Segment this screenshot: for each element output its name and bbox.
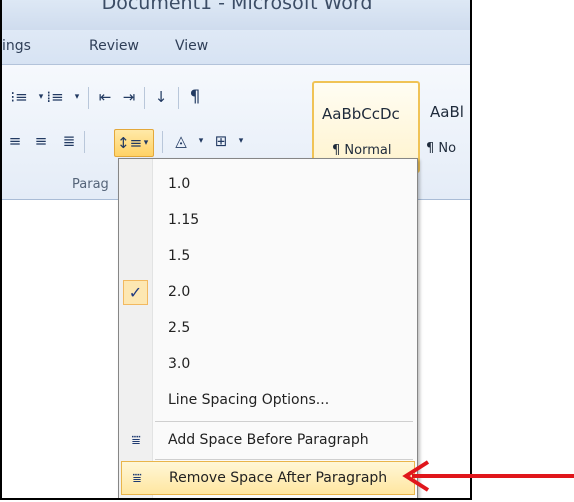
ribbon-divider	[144, 87, 145, 109]
menu-item-1-5[interactable]: 1.5	[119, 239, 417, 275]
align-center-icon[interactable]: ≡	[4, 131, 26, 151]
ribbon-divider	[162, 131, 163, 153]
menu-item-2-0[interactable]: ✓ 2.0	[119, 275, 417, 311]
menu-item-label: 1.15	[168, 212, 200, 228]
style-name: ¶ Normal	[332, 143, 392, 158]
menu-item-line-spacing-options[interactable]: Line Spacing Options...	[119, 383, 417, 419]
multilevel-dropdown-icon[interactable]: ▾	[66, 87, 88, 107]
multilevel-list-icon[interactable]: ⁞≡	[44, 87, 66, 107]
menu-item-label: Add Space Before Paragraph	[168, 432, 369, 448]
menu-item-2-5[interactable]: 2.5	[119, 311, 417, 347]
menu-item-label: 2.5	[168, 320, 191, 336]
style-sample: AaBl	[430, 103, 464, 121]
remove-space-after-icon: ⩸	[132, 469, 142, 487]
chevron-down-icon: ▾	[143, 138, 149, 148]
tab-mailings[interactable]: ings	[2, 38, 31, 54]
numbering-icon[interactable]: ⁝≡	[8, 87, 30, 107]
style-name: ¶ No	[426, 141, 457, 156]
sort-icon[interactable]: ↓	[150, 87, 172, 107]
add-space-before-icon: ⩸	[131, 431, 141, 449]
paragraph-row-2: ≡ ≡ ≣ ↕≡ ▾ ◬ ▾ ⊞ ▾	[8, 129, 308, 157]
increase-indent-icon[interactable]: ⇥	[118, 87, 140, 107]
decrease-indent-icon[interactable]: ⇤	[94, 87, 116, 107]
paragraph-row-1: ⁝≡ ▾ ⁞≡ ▾ ⇤ ⇥ ↓ ¶	[8, 87, 308, 111]
menu-item-label: 1.5	[168, 248, 191, 264]
tab-review[interactable]: Review	[89, 38, 139, 54]
ribbon-divider	[84, 131, 85, 153]
paragraph-group-label: Parag	[72, 177, 109, 192]
borders-dropdown-icon[interactable]: ▾	[230, 131, 252, 151]
style-sample: AaBbCcDc	[322, 105, 400, 123]
menu-item-3-0[interactable]: 3.0	[119, 347, 417, 383]
menu-item-label: 1.0	[168, 176, 191, 192]
menu-item-label: 3.0	[168, 356, 191, 372]
annotation-arrow	[402, 460, 574, 492]
show-formatting-icon[interactable]: ¶	[184, 87, 206, 107]
menu-item-remove-space-after[interactable]: ⩸ Remove Space After Paragraph	[121, 461, 415, 495]
menu-item-label: Remove Space After Paragraph	[169, 470, 388, 486]
justify-icon[interactable]: ≣	[58, 131, 80, 151]
menu-item-add-space-before[interactable]: ⩸ Add Space Before Paragraph	[119, 423, 417, 459]
ribbon-divider	[178, 87, 179, 109]
menu-item-1-0[interactable]: 1.0	[119, 167, 417, 203]
tab-view[interactable]: View	[175, 38, 208, 54]
window-title: Document1 - Microsoft Word	[101, 0, 373, 14]
title-bar: Document1 - Microsoft Word	[2, 0, 470, 30]
style-no-spacing[interactable]: AaBl ¶ No	[422, 81, 470, 173]
shading-icon[interactable]: ◬	[170, 131, 192, 151]
menu-item-1-15[interactable]: 1.15	[119, 203, 417, 239]
ribbon-tabs: ings Review View	[2, 30, 470, 65]
borders-icon[interactable]: ⊞	[210, 131, 232, 151]
word-window: Document1 - Microsoft Word ings Review V…	[0, 0, 472, 500]
line-spacing-menu: 1.0 1.15 1.5 ✓ 2.0 2.5 3.0 Line Spacing …	[118, 158, 418, 498]
check-icon: ✓	[123, 280, 148, 305]
shading-dropdown-icon[interactable]: ▾	[190, 131, 212, 151]
menu-separator	[155, 421, 413, 422]
align-right-icon[interactable]: ≡	[30, 131, 52, 151]
menu-item-label: Line Spacing Options...	[168, 392, 330, 408]
menu-item-label: 2.0	[168, 284, 191, 300]
ribbon-divider	[88, 87, 89, 109]
menu-separator	[155, 459, 413, 460]
line-spacing-button[interactable]: ↕≡ ▾	[114, 129, 154, 157]
